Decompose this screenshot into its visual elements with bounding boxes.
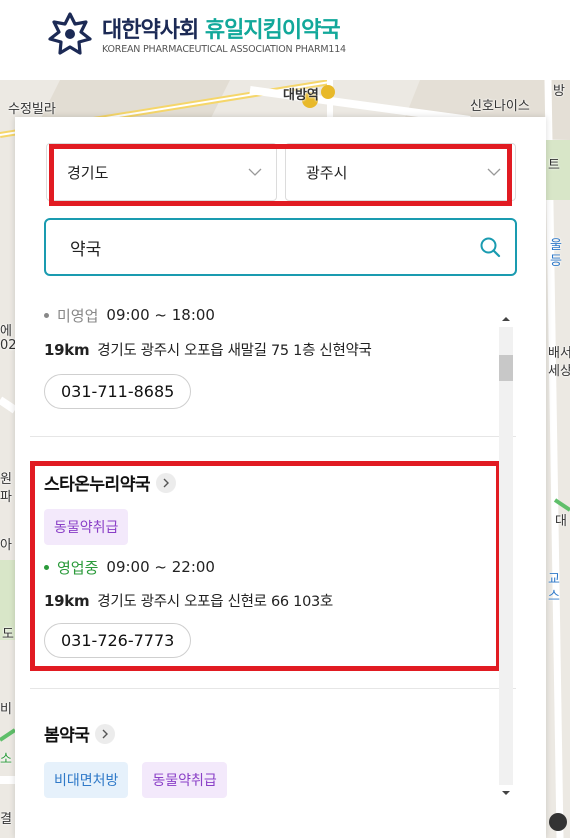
search-icon[interactable]	[479, 236, 501, 258]
list-divider	[30, 436, 516, 437]
distance: 19km	[44, 592, 90, 610]
tag-badge: 동물약취급	[142, 762, 227, 798]
pharmacy-address: 19km 경기도 광주시 오포읍 새말길 75 1층 신현약국	[44, 339, 504, 360]
map-label: 트	[548, 158, 560, 173]
status-label: 미영업	[57, 306, 99, 325]
list-item[interactable]: 스타온누리약국 동물약취급 영업중 09:00 ~ 22:00 19km 경기도 …	[44, 470, 504, 658]
tag-list: 비대면처방 동물약취급	[44, 762, 504, 798]
tag-badge: 동물약취급	[44, 509, 129, 545]
search-input[interactable]	[70, 237, 479, 257]
map-label: 세상	[548, 364, 570, 379]
map-label-station: 대방역	[283, 88, 319, 103]
map-label: 파	[0, 490, 12, 505]
map-label: 결	[0, 812, 12, 827]
map-label: 배서	[548, 346, 570, 361]
phone-button[interactable]: 031-711-8685	[44, 374, 192, 409]
list-item[interactable]: 미영업 09:00 ~ 18:00 19km 경기도 광주시 오포읍 새말길 75…	[44, 305, 504, 409]
map-label: 도	[2, 627, 14, 642]
search-bar	[44, 218, 517, 276]
region-select[interactable]: 경기도	[46, 143, 277, 201]
map-label: 수정빌라	[8, 102, 56, 117]
scrollbar-thumb[interactable]	[499, 355, 513, 381]
pharmacy-association-logo-icon	[48, 12, 92, 55]
site-header: 대한약사회 휴일지킴이약국 KOREAN PHARMACEUTICAL ASSO…	[0, 0, 570, 80]
pharmacy-name-text: 봄약국	[44, 726, 90, 746]
scroll-up-arrow-icon[interactable]	[500, 313, 512, 325]
tag-list: 동물약취급	[44, 509, 504, 545]
phone-button[interactable]: 031-726-7773	[44, 623, 192, 658]
list-scrollbar[interactable]	[497, 305, 515, 805]
address-text: 경기도 광주시 오포읍 새말길 75 1층 신현약국	[97, 343, 372, 359]
site-title[interactable]: 대한약사회 휴일지킴이약국	[102, 12, 341, 44]
business-hours: 09:00 ~ 18:00	[106, 306, 215, 324]
pharmacy-name[interactable]: 봄약국	[44, 721, 504, 746]
business-status: 영업중 09:00 ~ 22:00	[44, 557, 504, 577]
pharmacy-name-text: 스타온누리약국	[44, 475, 150, 495]
distance: 19km	[44, 341, 90, 359]
map-label: 아	[0, 538, 12, 553]
city-select[interactable]: 광주시	[285, 143, 516, 201]
map-label: 원	[0, 472, 12, 487]
site-subtitle: KOREAN PHARMACEUTICAL ASSOCIATION PHARM1…	[102, 44, 346, 55]
chevron-down-icon	[248, 168, 262, 176]
status-dot-icon	[44, 564, 49, 570]
pharmacy-name[interactable]: 스타온누리약국	[44, 470, 504, 495]
chevron-right-icon[interactable]	[155, 472, 176, 493]
status-label: 영업중	[57, 558, 99, 577]
list-divider	[30, 688, 516, 689]
map-label: 비	[0, 702, 12, 717]
site-title-main: 대한약사회	[102, 18, 199, 43]
scrollbar-track[interactable]	[499, 327, 513, 785]
region-select-value: 경기도	[67, 163, 109, 182]
list-item[interactable]: 봄약국 비대면처방 동물약취급	[44, 721, 504, 798]
map-label: 에	[0, 324, 12, 339]
map-label: 스	[548, 589, 560, 604]
map-label: 등	[550, 254, 562, 269]
city-select-value: 광주시	[306, 163, 348, 182]
chevron-down-icon	[487, 168, 501, 176]
chevron-right-icon[interactable]	[95, 723, 116, 744]
address-text: 경기도 광주시 오포읍 신현로 66 103호	[97, 594, 333, 610]
map-label: 대	[555, 514, 567, 529]
map-label: 신호나이스	[470, 99, 530, 114]
business-hours: 09:00 ~ 22:00	[106, 558, 215, 576]
region-filter-row: 경기도 광주시	[46, 143, 516, 205]
site-title-service: 휴일지킴이약국	[204, 18, 341, 43]
map-label: 방	[553, 84, 565, 99]
scroll-down-arrow-icon[interactable]	[500, 787, 512, 799]
business-status: 미영업 09:00 ~ 18:00	[44, 305, 504, 325]
tag-badge: 비대면처방	[44, 762, 129, 798]
status-dot-icon	[44, 312, 49, 318]
map-label: 소	[0, 752, 12, 767]
pharmacy-address: 19km 경기도 광주시 오포읍 신현로 66 103호	[44, 590, 504, 611]
